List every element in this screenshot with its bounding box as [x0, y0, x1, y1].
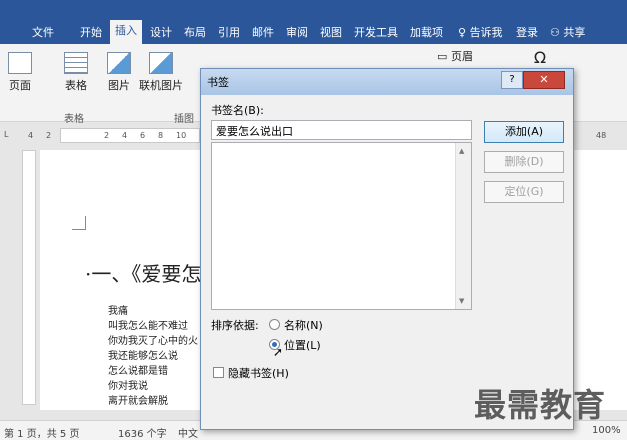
document-heading: ·一、《爱要怎 [85, 262, 202, 286]
document-line: 怎么说都是错 [108, 366, 168, 377]
ruler-mark: 2 [104, 131, 110, 140]
sort-location-label[interactable]: 位置(L) [284, 337, 321, 353]
list-scrollbar[interactable]: ▲ ▼ [455, 143, 471, 309]
ruler-mark: 6 [140, 131, 146, 140]
ruler-mark: 2 [46, 131, 52, 140]
tab-review[interactable]: 审阅 [286, 24, 308, 40]
tab-view[interactable]: 视图 [320, 24, 342, 40]
login-link[interactable]: 登录 [516, 24, 538, 40]
mouse-cursor-icon: ➚ [273, 345, 284, 359]
ruler-mark: 10 [176, 131, 187, 140]
ruler-tab-selector[interactable]: L [4, 130, 8, 139]
omega-icon: Ω [533, 48, 547, 67]
picture-button[interactable]: 图片 [104, 52, 134, 93]
dialog-title: 书签 [207, 76, 229, 89]
bookmark-name-input[interactable]: 爱要怎么说出口 [211, 120, 472, 140]
document-line: 我痛 [108, 306, 128, 317]
group-label-table: 表格 [64, 114, 84, 125]
document-line: 叫我怎么能不难过 [108, 321, 188, 332]
word-count[interactable]: 1636 个字 [118, 425, 167, 440]
ruler-mark: 8 [158, 131, 164, 140]
ruler-mark: 4 [28, 131, 34, 140]
bookmark-dialog: 书签 ? ✕ 书签名(B): 爱要怎么说出口 ▲ ▼ 添加(A) 删除(D) 定… [200, 68, 574, 430]
document-line: 我还能够怎么说 [108, 351, 178, 362]
add-button[interactable]: 添加(A) [484, 121, 564, 143]
sort-name-radio[interactable] [269, 319, 280, 330]
picture-label: 图片 [108, 79, 130, 92]
symbol-button[interactable]: Ω [528, 48, 552, 67]
online-picture-button[interactable]: 联机图片 [136, 52, 186, 93]
table-button[interactable]: 表格 [58, 52, 94, 93]
scroll-down-icon[interactable]: ▼ [459, 297, 464, 305]
hidden-bookmarks-label[interactable]: 隐藏书签(H) [228, 365, 289, 381]
table-label: 表格 [65, 79, 87, 92]
page-icon [8, 52, 32, 74]
document-line: 离开就会解脱 [108, 396, 168, 407]
header-button[interactable]: ▭ 页眉 [430, 48, 480, 64]
tab-addins[interactable]: 加载项 [410, 24, 443, 40]
share-button[interactable]: ⚇ 共享 [550, 24, 585, 40]
lightbulb-icon: ♀ [458, 26, 467, 39]
tell-me-label: 告诉我 [469, 26, 503, 39]
sort-by-label: 排序依据: [211, 319, 259, 332]
tab-layout[interactable]: 布局 [184, 24, 206, 40]
pages-button[interactable]: 页面 [2, 52, 38, 93]
ruler-mark: 4 [122, 131, 128, 140]
close-button[interactable]: ✕ [523, 71, 565, 89]
tab-insert[interactable]: 插入 [110, 20, 142, 44]
delete-button[interactable]: 删除(D) [484, 151, 564, 173]
help-button[interactable]: ? [501, 71, 523, 89]
bookmark-list[interactable]: ▲ ▼ [211, 142, 472, 310]
header-label: 页眉 [450, 50, 473, 63]
tab-file[interactable]: 文件 [32, 24, 54, 40]
zoom-level[interactable]: 100% [592, 425, 621, 436]
online-picture-label: 联机图片 [139, 79, 183, 92]
group-label-illustrations: 插图 [174, 114, 194, 125]
pages-label: 页面 [9, 79, 31, 92]
language-indicator[interactable]: 中文 [178, 425, 198, 440]
ruler-mark: 48 [596, 131, 607, 140]
hidden-bookmarks-checkbox[interactable] [213, 367, 224, 378]
document-line: 你劝我灭了心中的火 [108, 336, 198, 347]
tell-me-search[interactable]: ♀ 告诉我 [458, 24, 503, 40]
table-icon [64, 52, 88, 74]
share-label: 共享 [563, 26, 586, 39]
person-icon: ⚇ [550, 26, 560, 39]
sort-name-label[interactable]: 名称(N) [284, 317, 323, 333]
tab-design[interactable]: 设计 [150, 24, 172, 40]
dialog-title-bar[interactable]: 书签 ? ✕ [201, 69, 573, 95]
tab-references[interactable]: 引用 [218, 24, 240, 40]
bookmark-name-label: 书签名(B): [211, 104, 264, 117]
watermark-logo: 最需教育 [474, 386, 607, 424]
page-corner-mark [72, 216, 86, 230]
online-picture-icon [149, 52, 173, 74]
tab-developer[interactable]: 开发工具 [354, 24, 398, 40]
tab-mailings[interactable]: 邮件 [252, 24, 274, 40]
tab-home[interactable]: 开始 [80, 24, 102, 40]
ribbon-tab-bar: 文件 开始 插入 设计 布局 引用 邮件 审阅 视图 开发工具 加载项 ♀ 告诉… [0, 0, 627, 44]
scroll-up-icon[interactable]: ▲ [459, 147, 464, 155]
vertical-ruler [22, 150, 36, 405]
page-count[interactable]: 第 1 页，共 5 页 [4, 425, 79, 440]
header-icon: ▭ [437, 50, 448, 63]
picture-icon [107, 52, 131, 74]
document-line: 你对我说 [108, 381, 148, 392]
goto-button[interactable]: 定位(G) [484, 181, 564, 203]
